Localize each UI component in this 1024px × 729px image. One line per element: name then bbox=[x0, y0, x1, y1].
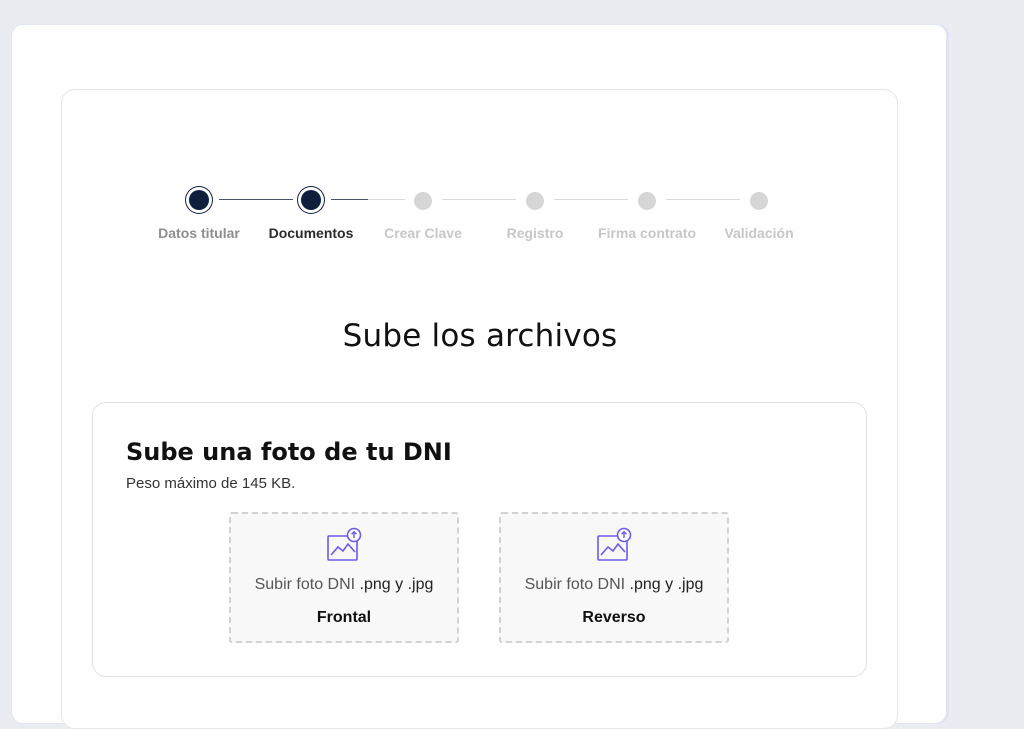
image-upload-icon bbox=[597, 527, 632, 561]
step-label-validacion: Validación bbox=[724, 225, 794, 241]
step-label-crear-clave: Crear Clave bbox=[384, 225, 462, 241]
step-dot-documentos bbox=[301, 190, 321, 210]
step-connector bbox=[368, 199, 405, 200]
step-label-documentos: Documentos bbox=[268, 225, 354, 241]
step-connector bbox=[219, 199, 293, 200]
image-upload-icon bbox=[327, 527, 362, 561]
upload-size-limit: Peso máximo de 145 KB. bbox=[126, 475, 296, 492]
step-dot-registro bbox=[526, 192, 544, 210]
dni-back-dropzone[interactable]: Subir foto DNI .png y .jpg Reverso bbox=[499, 512, 729, 643]
step-connector bbox=[554, 199, 628, 200]
step-dot-crear-clave bbox=[414, 192, 432, 210]
dropzone-hint-text: Subir foto DNI bbox=[254, 576, 356, 593]
dni-front-dropzone[interactable]: Subir foto DNI .png y .jpg Frontal bbox=[229, 512, 459, 643]
dropzone-side-label: Frontal bbox=[316, 609, 372, 626]
step-dot-validacion bbox=[750, 192, 768, 210]
step-connector bbox=[442, 199, 516, 200]
upload-heading: Sube una foto de tu DNI bbox=[126, 438, 452, 466]
dropzone-side-label: Reverso bbox=[582, 609, 646, 626]
progress-stepper: Datos titular Documentos Crear Clave Reg… bbox=[0, 0, 1024, 260]
step-dot-firma-contrato bbox=[638, 192, 656, 210]
page-title: Sube los archivos bbox=[342, 318, 618, 354]
dropzone-file-types: .png y .jpg bbox=[359, 576, 434, 593]
dropzone-hint-text: Subir foto DNI bbox=[524, 576, 626, 593]
step-label-registro: Registro bbox=[506, 225, 564, 241]
step-connector bbox=[331, 199, 368, 200]
dropzone-hint: Subir foto DNI .png y .jpg bbox=[501, 576, 727, 594]
dropzone-hint: Subir foto DNI .png y .jpg bbox=[231, 576, 457, 594]
step-label-firma-contrato: Firma contrato bbox=[597, 225, 696, 241]
step-dot-datos-titular bbox=[189, 190, 209, 210]
dropzone-file-types: .png y .jpg bbox=[629, 576, 704, 593]
step-label-datos-titular: Datos titular bbox=[158, 225, 240, 241]
step-connector bbox=[666, 199, 740, 200]
